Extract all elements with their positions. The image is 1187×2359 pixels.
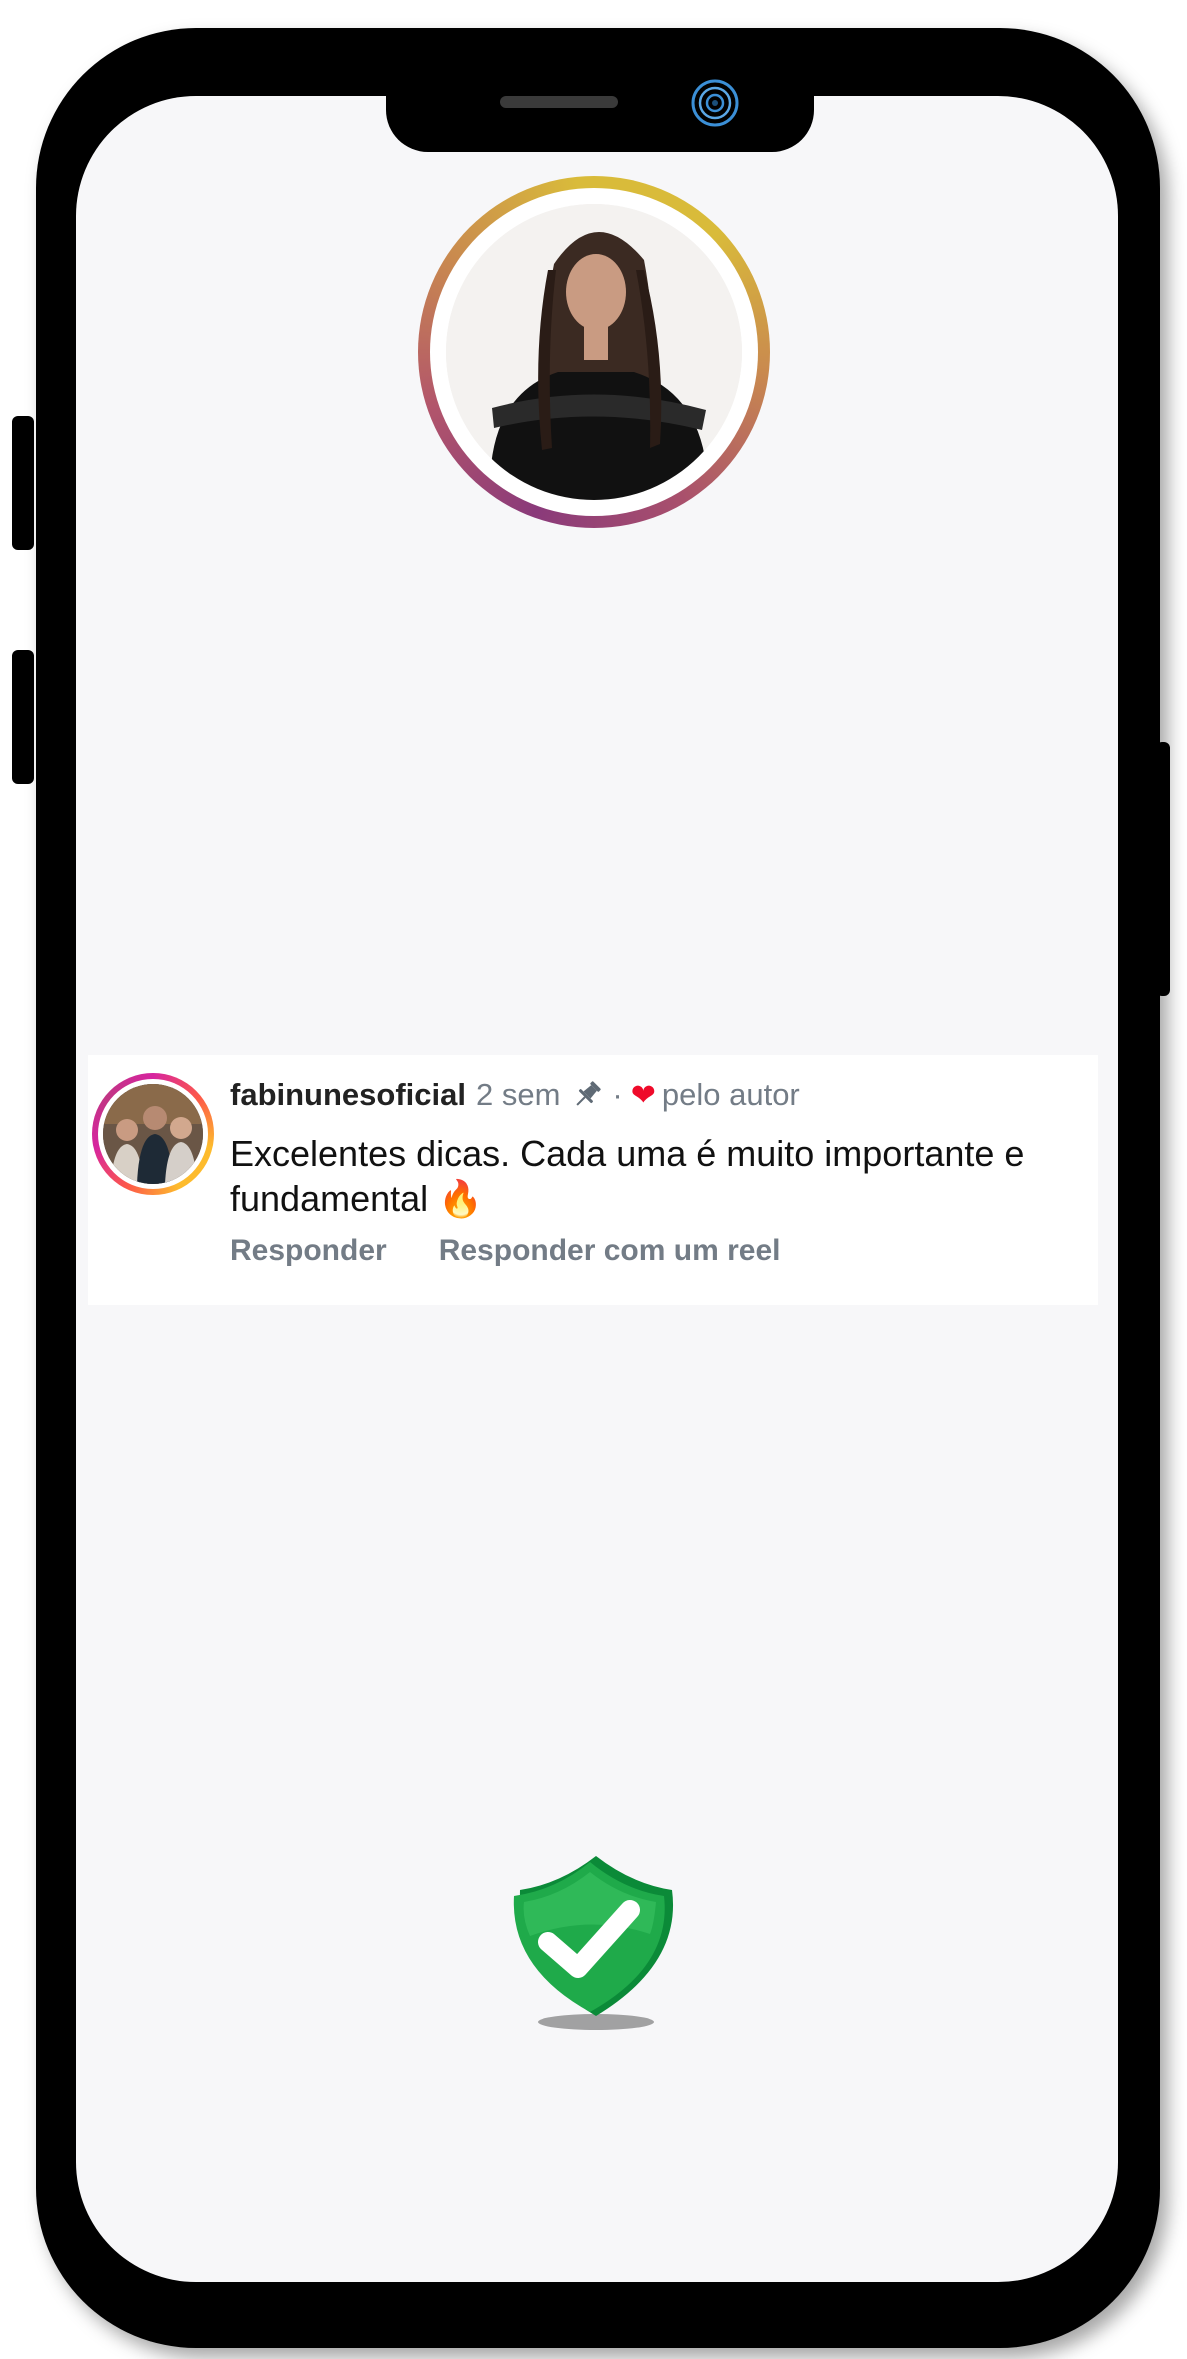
power-button — [1156, 742, 1170, 996]
reply-button[interactable]: Responder — [230, 1234, 387, 1268]
comment-text: Excelentes dicas. Cada uma é muito impor… — [230, 1131, 1090, 1221]
story-avatar-ring[interactable] — [418, 176, 770, 528]
comment-username[interactable]: fabinunesoficial — [230, 1077, 466, 1113]
story-avatar-photo — [446, 204, 742, 500]
camera-icon — [691, 79, 739, 127]
speaker-grille — [500, 96, 618, 108]
reply-with-reel-button[interactable]: Responder com um reel — [439, 1234, 781, 1268]
commenter-avatar-ring[interactable] — [92, 1073, 214, 1195]
comment-timestamp: 2 sem — [475, 1077, 561, 1112]
volume-down-button — [12, 650, 34, 784]
fire-emoji: 🔥 — [438, 1178, 483, 1219]
shield-check-icon — [513, 1856, 674, 2030]
comment-item: fabinunesoficial 2 sem · ❤ pelo autor Ex… — [88, 1055, 1098, 1305]
comment-body: Excelentes dicas. Cada uma é muito impor… — [230, 1133, 1025, 1219]
volume-up-button — [12, 416, 34, 550]
heart-icon: ❤ — [630, 1078, 656, 1112]
notch — [386, 28, 814, 152]
pin-icon — [576, 1081, 602, 1106]
liked-by-author-label: pelo autor — [661, 1077, 800, 1112]
comment-actions: Responder Responder com um reel — [230, 1234, 832, 1268]
comment-header: fabinunesoficial 2 sem · ❤ pelo autor — [230, 1077, 800, 1113]
separator-dot: · — [612, 1077, 623, 1112]
commenter-avatar — [103, 1084, 203, 1184]
